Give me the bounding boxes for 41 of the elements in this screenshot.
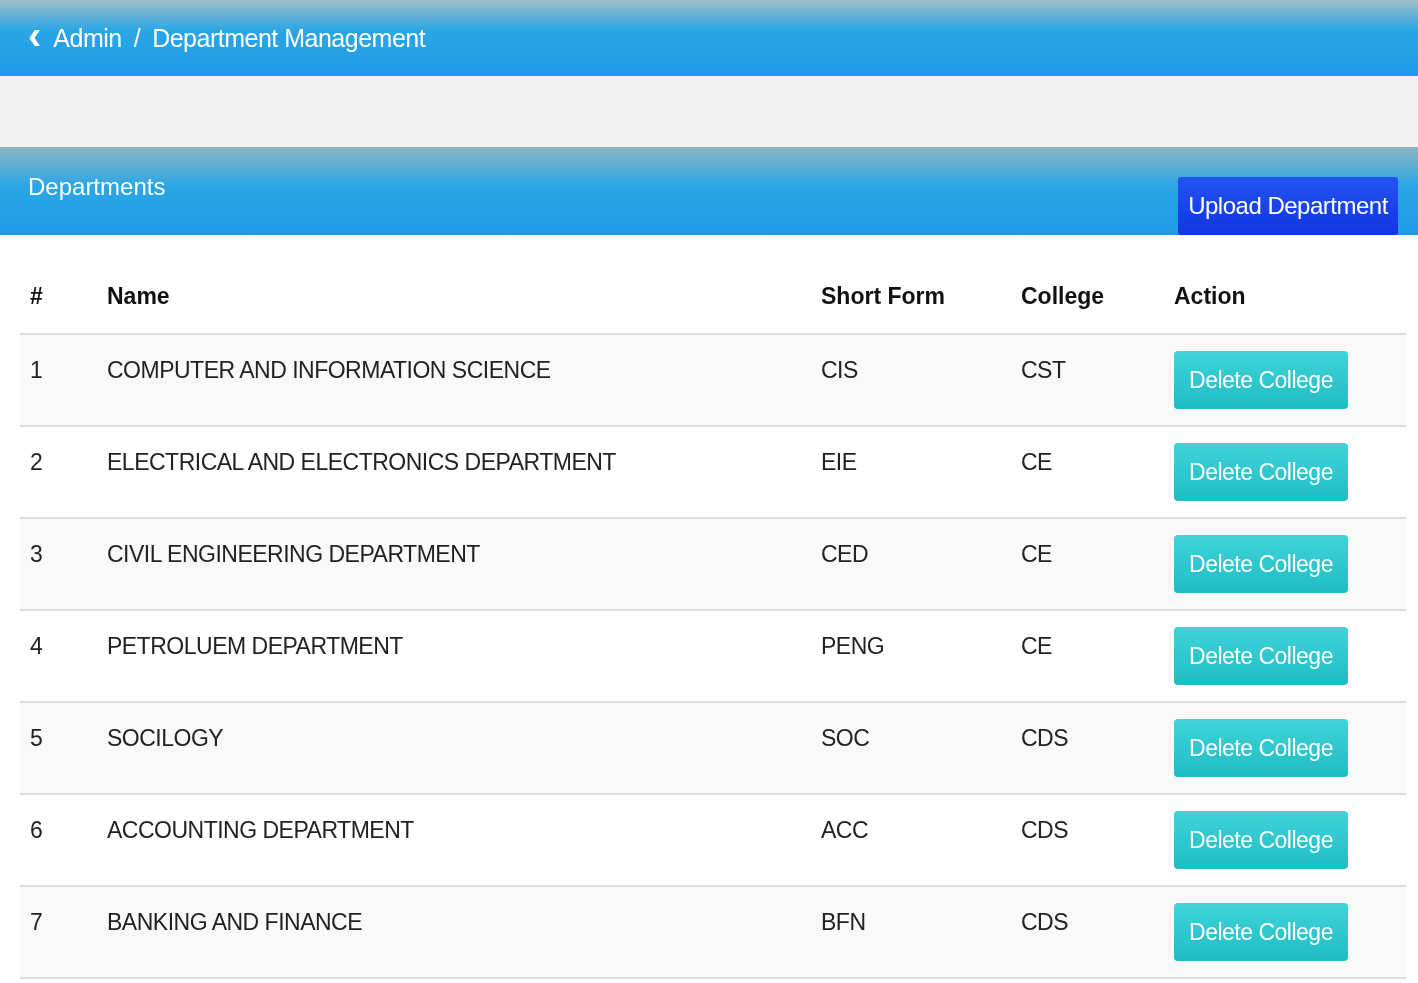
table-cell: 1 [20,334,97,426]
table-cell: ACC [811,794,1011,886]
table-cell: COMPUTER AND INFORMATION SCIENCE [97,334,811,426]
table-cell: 5 [20,702,97,794]
panel-title: Departments [28,173,166,201]
breadcrumb-item: Department Management [152,23,426,53]
delete-button[interactable]: Delete College [1174,811,1348,869]
table-cell: 2 [20,426,97,518]
table-cell: EIE [811,426,1011,518]
table-cell: 3 [20,518,97,610]
table-cell: PENG [811,610,1011,702]
breadcrumb-separator: / [133,23,141,53]
delete-button[interactable]: Delete College [1174,351,1348,409]
delete-button[interactable]: Delete College [1174,903,1348,961]
table-cell: 4 [20,610,97,702]
delete-button[interactable]: Delete College [1174,535,1348,593]
table-cell: ELECTRICAL AND ELECTRONICS DEPARTMENT [97,426,811,518]
table-cell: CE [1011,518,1164,610]
table-cell: CED [811,518,1011,610]
table-cell: BANKING AND FINANCE [97,886,811,978]
table-cell: SOCILOGY [97,702,811,794]
table-cell: 7 [20,886,97,978]
table-cell: SOC [811,702,1011,794]
delete-button[interactable]: Delete College [1174,627,1348,685]
table-cell: PETROLUEM DEPARTMENT [97,610,811,702]
upload-button[interactable]: Upload Department [1178,177,1398,235]
table-cell: CIVIL ENGINEERING DEPARTMENT [97,518,811,610]
table-cell: ACCOUNTING DEPARTMENT [97,794,811,886]
table-cell: CIS [811,334,1011,426]
back-icon[interactable]: ‹ [28,15,42,55]
table-cell: CE [1011,610,1164,702]
table-cell: CST [1011,334,1164,426]
table-cell: 6 [20,794,97,886]
table-cell: CDS [1011,886,1164,978]
delete-button[interactable]: Delete College [1174,443,1348,501]
breadcrumb-item[interactable]: Admin [53,23,122,53]
delete-button[interactable]: Delete College [1174,719,1348,777]
table-cell: BFN [811,886,1011,978]
table-cell: CDS [1011,702,1164,794]
table-cell: CDS [1011,794,1164,886]
table-cell: CE [1011,426,1164,518]
